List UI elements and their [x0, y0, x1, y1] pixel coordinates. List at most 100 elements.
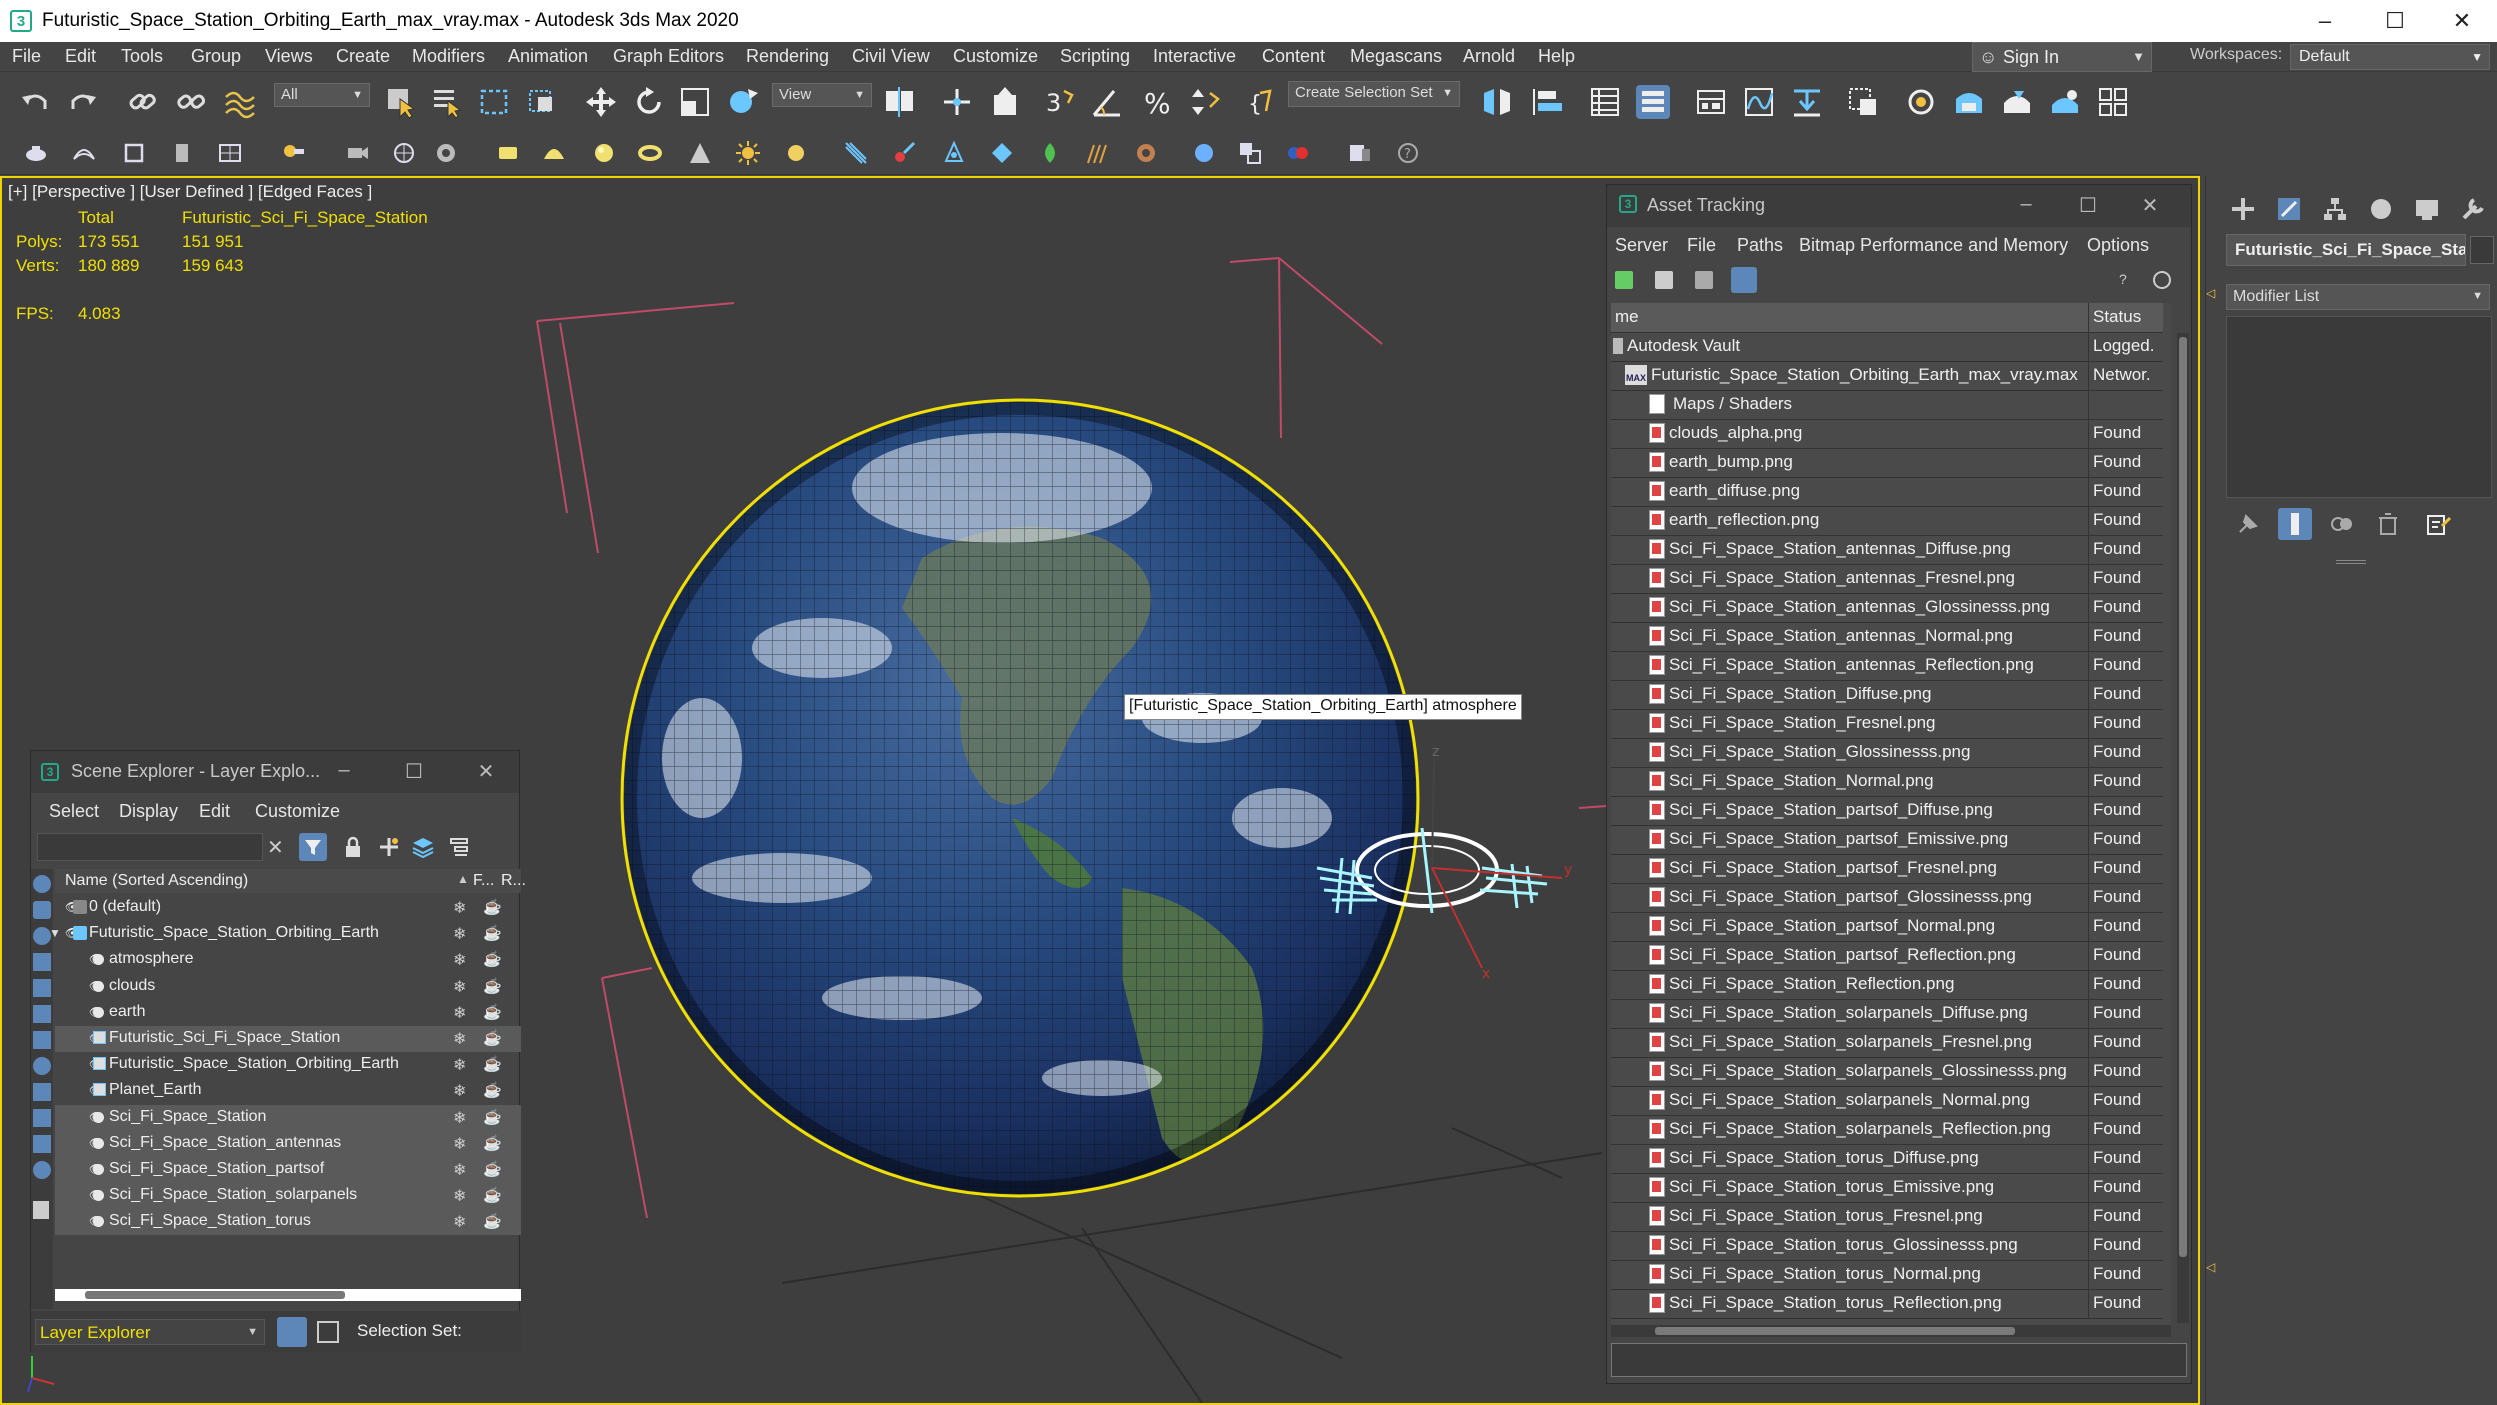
- keyboard-shortcut-override-icon[interactable]: [988, 85, 1022, 119]
- freeze-icon[interactable]: ❄: [453, 1212, 466, 1232]
- menu-tools[interactable]: Tools: [121, 46, 163, 67]
- asset-file-row[interactable]: Sci_Fi_Space_Station_partsof_Diffuse.png…: [1611, 796, 2163, 826]
- layer-list-hscrollbar[interactable]: [55, 1289, 521, 1301]
- asset-file-row[interactable]: Sci_Fi_Space_Station_solarpanels_Glossin…: [1611, 1057, 2163, 1087]
- scroll-thumb[interactable]: [2179, 337, 2187, 1257]
- display-groups-icon[interactable]: [33, 1031, 51, 1049]
- column-name-header[interactable]: me: [1615, 307, 1639, 327]
- asset-file-row[interactable]: Sci_Fi_Space_Station_Glossinesss.png Foun…: [1611, 738, 2163, 768]
- scene-explorer-titlebar[interactable]: 3 Scene Explorer - Layer Explo... – ☐ ✕: [31, 751, 519, 793]
- asset-file-row[interactable]: Sci_Fi_Space_Station_antennas_Glossiness…: [1611, 593, 2163, 623]
- asset-file-row[interactable]: Sci_Fi_Space_Station_Fresnel.png Found: [1611, 709, 2163, 739]
- column-freeze-header[interactable]: F...: [473, 872, 494, 890]
- select-manipulate-icon[interactable]: [940, 85, 974, 119]
- asset-file-row[interactable]: earth_bump.png Found: [1611, 448, 2163, 478]
- resize-grip[interactable]: [2336, 560, 2366, 564]
- plane-grid-icon[interactable]: [216, 139, 244, 167]
- align-icon[interactable]: [1530, 85, 1564, 119]
- vray-sphere-icon[interactable]: [1190, 139, 1218, 167]
- asset-row-scene-file[interactable]: MAX Futuristic_Space_Station_Orbiting_Ea…: [1611, 361, 2163, 391]
- sign-in-dropdown[interactable]: ☺ Sign In ▼: [1972, 42, 2152, 72]
- asset-file-row[interactable]: Sci_Fi_Space_Station_solarpanels_Reflect…: [1611, 1115, 2163, 1145]
- asset-file-row[interactable]: Sci_Fi_Space_Station_torus_Fresnel.png Fo…: [1611, 1202, 2163, 1232]
- cloth-icon[interactable]: [1132, 139, 1160, 167]
- minimize-button[interactable]: –: [2290, 0, 2360, 42]
- menu-views[interactable]: Views: [265, 46, 313, 67]
- display-shapes-icon[interactable]: [33, 901, 51, 919]
- freeze-icon[interactable]: ❄: [453, 1186, 466, 1206]
- freeze-icon[interactable]: ❄: [453, 1134, 466, 1154]
- asset-file-row[interactable]: Sci_Fi_Space_Station_solarpanels_Normal.…: [1611, 1086, 2163, 1116]
- column-status-header[interactable]: Status: [2093, 307, 2141, 327]
- asset-file-row[interactable]: Sci_Fi_Space_Station_antennas_Diffuse.pn…: [1611, 535, 2163, 565]
- asset-file-row[interactable]: Sci_Fi_Space_Station_partsof_Glossinesss…: [1611, 883, 2163, 913]
- layer-row[interactable]: 👁Planet_Earth❄☕: [55, 1078, 521, 1104]
- asset-file-row[interactable]: Sci_Fi_Space_Station_torus_Emissive.png F…: [1611, 1173, 2163, 1203]
- scroll-thumb[interactable]: [1655, 1327, 2015, 1335]
- render-teapot-icon[interactable]: ☕: [483, 950, 502, 968]
- display-bones-icon[interactable]: [33, 1083, 51, 1101]
- asset-file-row[interactable]: Sci_Fi_Space_Station_solarpanels_Fresnel…: [1611, 1028, 2163, 1058]
- maximize-button[interactable]: ☐: [2360, 0, 2430, 42]
- select-place-icon[interactable]: [726, 85, 760, 119]
- menu-create[interactable]: Create: [336, 46, 390, 67]
- help-icon[interactable]: ?: [1394, 139, 1422, 167]
- layer-row[interactable]: 👁Sci_Fi_Space_Station_partsof❄☕: [55, 1157, 521, 1183]
- se-menu-select[interactable]: Select: [49, 801, 99, 822]
- minimize-button[interactable]: –: [2011, 193, 2041, 216]
- omni-light-icon[interactable]: [782, 139, 810, 167]
- scale-icon[interactable]: [678, 85, 712, 119]
- render-teapot-icon[interactable]: ☕: [483, 1108, 502, 1126]
- asset-file-row[interactable]: Sci_Fi_Space_Station_Normal.png Found: [1611, 767, 2163, 797]
- expand-toggle-icon[interactable]: ▼: [49, 926, 61, 940]
- pin-stack-icon[interactable]: [2234, 510, 2262, 538]
- mirror-icon[interactable]: [1480, 85, 1514, 119]
- asset-path-field[interactable]: [1611, 1343, 2187, 1377]
- window-crossing-icon[interactable]: [526, 85, 560, 119]
- bone-icon[interactable]: [940, 139, 968, 167]
- display-frozen-icon[interactable]: [33, 1135, 51, 1153]
- dynamics-icon[interactable]: [890, 139, 918, 167]
- freeze-icon[interactable]: ❄: [453, 1003, 466, 1023]
- create-selection-set-dropdown[interactable]: Create Selection Set ▼: [1288, 81, 1460, 107]
- plane-object-icon[interactable]: [494, 139, 522, 167]
- layer-row[interactable]: 👁Sci_Fi_Space_Station_solarpanels❄☕: [55, 1183, 521, 1210]
- menu-help[interactable]: Help: [1538, 46, 1575, 67]
- material-editor-icon[interactable]: [1846, 85, 1880, 119]
- workspaces-dropdown[interactable]: Default ▼: [2290, 44, 2490, 70]
- render-teapot-icon[interactable]: ☕: [483, 1160, 502, 1178]
- list-view-icon[interactable]: [1655, 271, 1673, 289]
- undo-icon[interactable]: [18, 85, 52, 119]
- percent-snap-icon[interactable]: %: [1140, 85, 1174, 119]
- bind-space-warp-icon[interactable]: [222, 85, 256, 119]
- object-color-swatch[interactable]: [2470, 236, 2494, 264]
- redo-icon[interactable]: [66, 85, 100, 119]
- asset-tracking-titlebar[interactable]: 3 Asset Tracking – ☐ ✕: [1607, 185, 2191, 227]
- layer-row[interactable]: 👁earth❄☕: [55, 1000, 521, 1026]
- render-teapot-icon[interactable]: ☕: [483, 1029, 502, 1047]
- toggle-scene-explorer-icon[interactable]: [1588, 85, 1622, 119]
- scene-explorer-toggle-icon[interactable]: [317, 1321, 339, 1343]
- layer-row[interactable]: 👁atmosphere❄☕: [55, 947, 521, 973]
- asset-file-row[interactable]: Sci_Fi_Space_Station_partsof_Emissive.pn…: [1611, 825, 2163, 855]
- asset-row-vault[interactable]: Autodesk Vault Logged.: [1611, 332, 2163, 362]
- select-object-icon[interactable]: [384, 85, 418, 119]
- close-window-button[interactable]: ✕: [2427, 0, 2497, 42]
- cylinder-icon[interactable]: [168, 139, 196, 167]
- torus-icon[interactable]: [636, 139, 664, 167]
- render-production-icon[interactable]: [2000, 85, 2034, 119]
- scene-search-input[interactable]: [37, 833, 263, 861]
- object-name-field[interactable]: Futuristic_Sci_Fi_Space_Sta: [2226, 234, 2466, 266]
- render-teapot-icon[interactable]: ☕: [483, 1186, 502, 1204]
- vray-frame-buffer-icon[interactable]: [1346, 139, 1374, 167]
- asset-file-row[interactable]: earth_diffuse.png Found: [1611, 477, 2163, 507]
- menu-group[interactable]: Group: [191, 46, 241, 67]
- layer-row[interactable]: 👁Sci_Fi_Space_Station❄☕: [55, 1104, 521, 1131]
- edit-named-selection-icon[interactable]: {: [1246, 85, 1280, 119]
- viewport-label[interactable]: [+] [Perspective ] [User Defined ] [Edge…: [8, 182, 372, 202]
- layer-row[interactable]: 👁0 (default)❄☕: [55, 895, 521, 921]
- link-icon[interactable]: [126, 85, 160, 119]
- render-teapot-icon[interactable]: ☕: [483, 1055, 502, 1073]
- menu-content[interactable]: Content: [1262, 46, 1325, 67]
- at-menu-options[interactable]: Options: [2087, 235, 2149, 256]
